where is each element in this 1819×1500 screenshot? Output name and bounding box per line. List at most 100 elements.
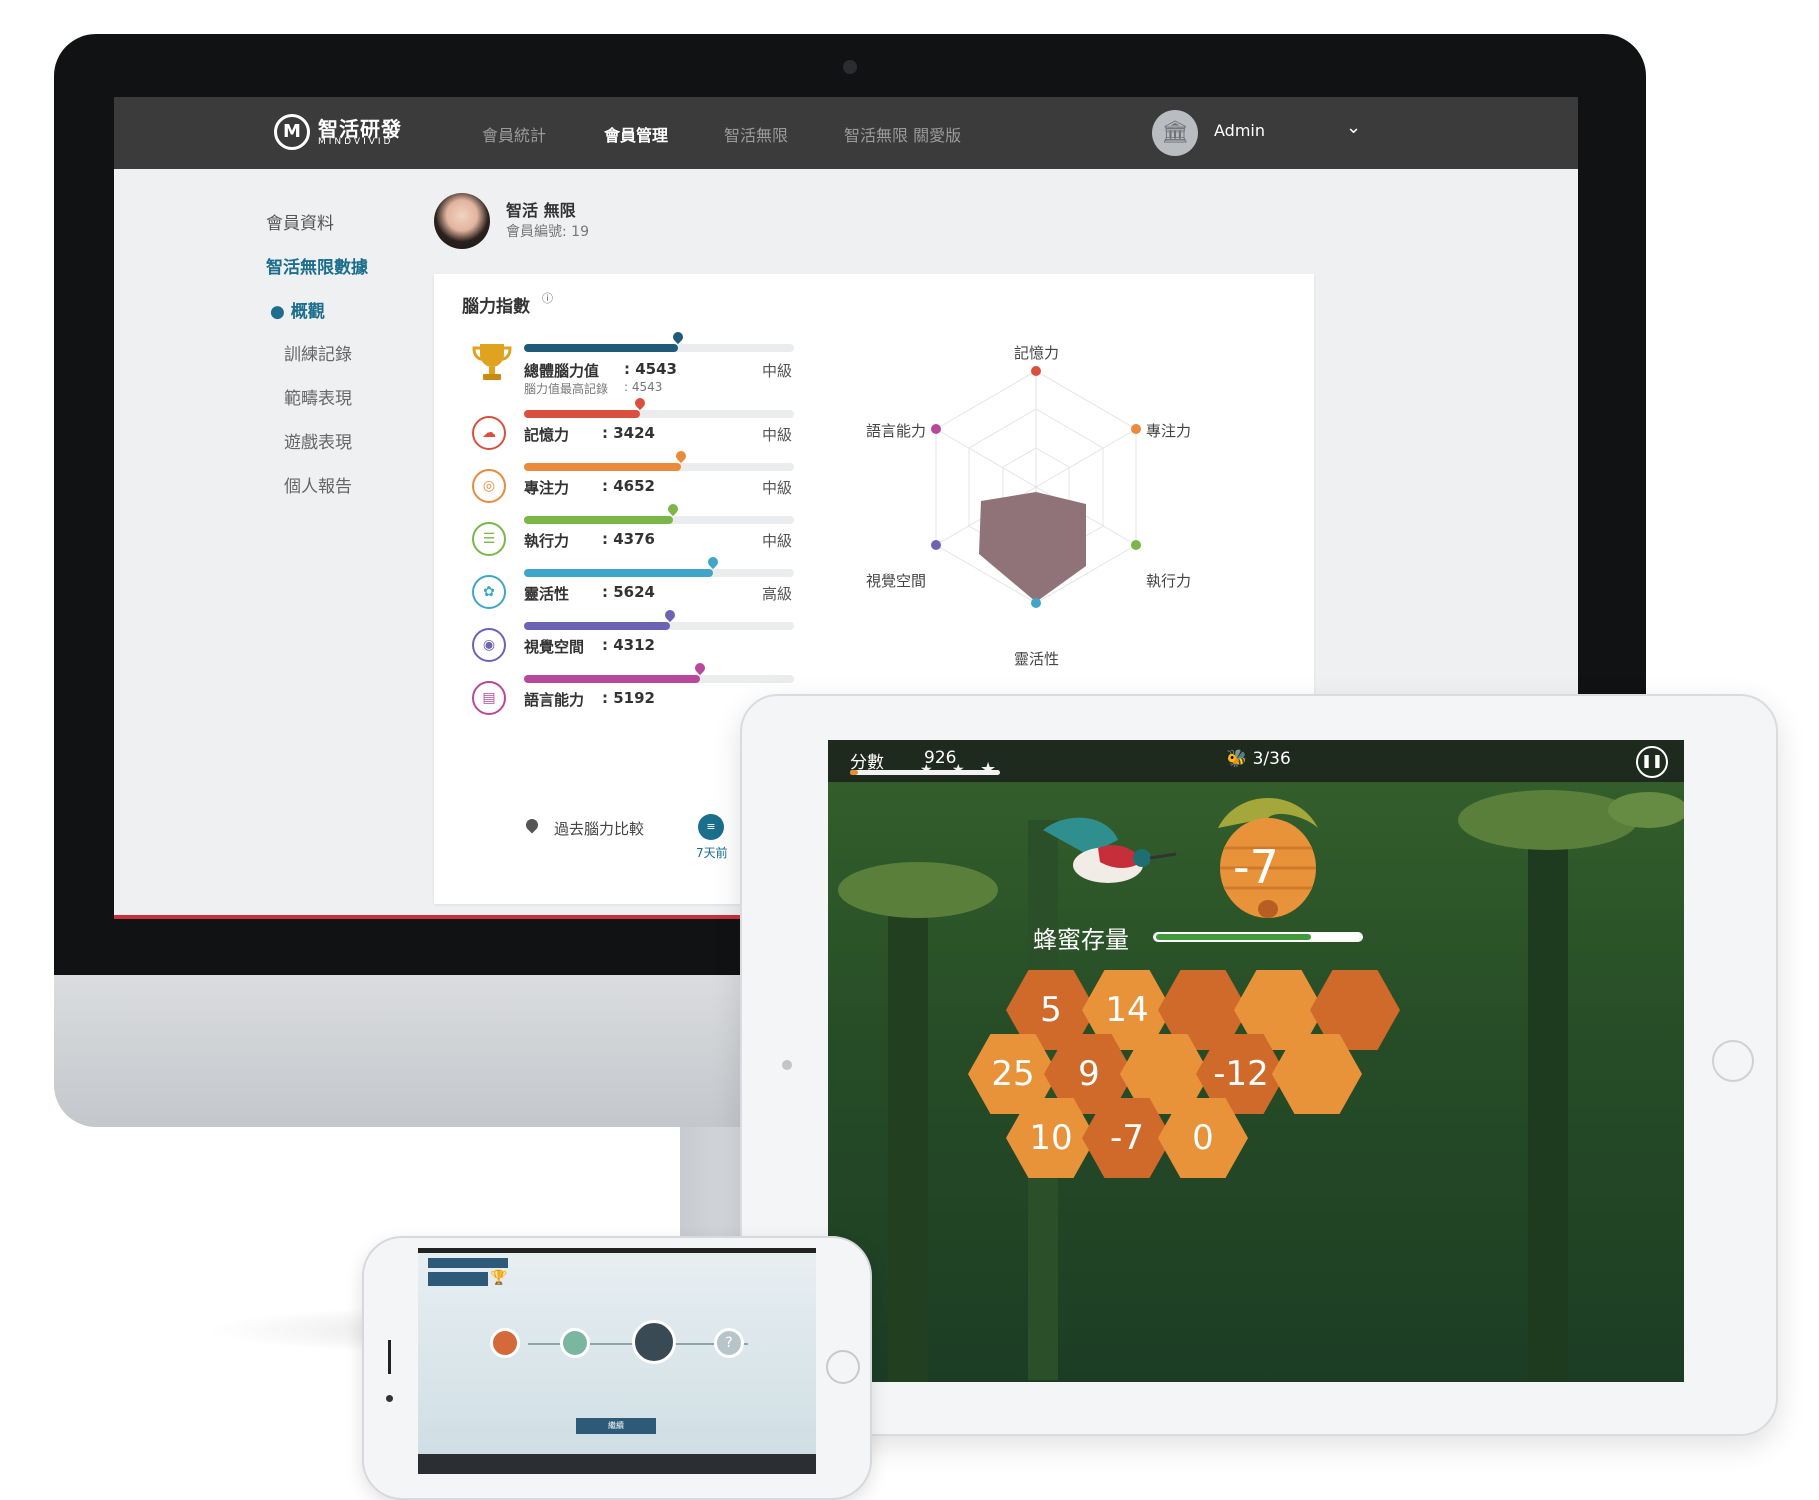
stat-label: 靈活性	[524, 585, 570, 603]
radar-dot-memory	[1031, 366, 1041, 376]
phone-score-bar	[428, 1272, 488, 1286]
radar-dot-focus	[1131, 424, 1141, 434]
continue-button[interactable]: 繼續	[576, 1418, 656, 1434]
star-icon: ★	[920, 762, 933, 778]
record-value: : 4543	[624, 380, 663, 394]
profile-name: 智活 無限	[506, 201, 576, 220]
user-name[interactable]: Admin	[1214, 121, 1265, 140]
compare-time: 7天前	[696, 846, 728, 860]
phone-level-node[interactable]	[490, 1328, 520, 1358]
phone-level-bar	[428, 1258, 508, 1268]
sidebar-item-training-records[interactable]: 訓練記錄	[284, 340, 352, 365]
overall-bar	[524, 329, 794, 352]
radar-label-executive: 執行力	[1146, 572, 1192, 590]
stat-bar	[524, 395, 794, 418]
stat-bar-fill	[524, 569, 713, 577]
overall-bar-fill	[524, 344, 678, 352]
radar-label-flexibility: 靈活性	[1014, 650, 1060, 668]
stat-level: 中級	[762, 426, 793, 444]
stat-bar-fill	[524, 675, 700, 683]
stat-value: : 4312	[602, 636, 655, 654]
iphone-speaker	[388, 1340, 391, 1374]
game-top-bar: 分數 926 ★ ★ ★ 🐝 3/36 ❚❚	[828, 740, 1684, 782]
trophy-icon	[472, 344, 512, 380]
stat-bar-fill	[524, 622, 670, 630]
hummingbird	[1043, 817, 1177, 883]
phone-mystery-node[interactable]: ?	[714, 1328, 744, 1358]
sidebar-item-personal-report[interactable]: 個人報告	[284, 472, 352, 497]
overall-value: : 4543	[624, 360, 677, 378]
phone-screen: 🏆 ? 繼續	[418, 1248, 816, 1474]
card-title: 腦力指數	[462, 297, 530, 317]
radar-dot-visual	[931, 540, 941, 550]
stat-label: 語言能力	[524, 691, 585, 709]
stat-bar	[524, 607, 794, 630]
radar-dot-flexibility	[1031, 598, 1041, 608]
stat-value: : 5624	[602, 583, 655, 601]
stat-bar	[524, 554, 794, 577]
pause-icon[interactable]: ❚❚	[1636, 746, 1668, 778]
chevron-down-icon[interactable]: ⌄	[1346, 117, 1361, 138]
nav-mindvivid[interactable]: 智活無限	[724, 122, 788, 146]
stat-value: : 5192	[602, 689, 655, 707]
star-icon: ★	[952, 762, 965, 778]
compare-label: 過去腦力比較	[554, 820, 645, 838]
radar-dot-executive	[1131, 540, 1141, 550]
compare-slider-handle[interactable]: ≡	[698, 814, 724, 840]
phone-tab-bar	[418, 1454, 816, 1474]
member-id: 會員編號: 19	[506, 224, 589, 240]
nav-member-management[interactable]: 會員管理	[604, 122, 668, 146]
info-icon[interactable]: ⓘ	[542, 290, 553, 306]
score-progress-fill	[850, 770, 858, 775]
sidebar-item-overview[interactable]: ● 概觀	[270, 297, 325, 322]
stat-level: 中級	[762, 532, 793, 550]
stat-value: : 4652	[602, 477, 655, 495]
bank-icon[interactable]: 🏛	[1152, 110, 1198, 156]
stat-label: 視覺空間	[524, 638, 585, 656]
top-navigation: M 智活研發 MINDVIVID 會員統計 會員管理 智活無限 智活無限 關愛版…	[114, 97, 1578, 169]
overall-level: 中級	[762, 362, 793, 380]
honey-meter-fill	[1156, 934, 1312, 940]
logo-subtitle: MINDVIVID	[318, 137, 394, 147]
brain-icon: ☁	[472, 416, 506, 450]
stat-level: 中級	[762, 479, 793, 497]
star-icon: ★	[980, 759, 997, 780]
honey-meter	[1153, 932, 1363, 942]
checklist-icon: ☰	[472, 522, 506, 556]
radar-label-focus: 專注力	[1146, 422, 1192, 440]
iphone-home-button[interactable]	[826, 1350, 860, 1384]
stat-label: 執行力	[524, 532, 570, 550]
ipad-home-button[interactable]	[1712, 1040, 1754, 1082]
avatar	[434, 193, 490, 249]
logo-icon[interactable]: M	[274, 114, 310, 150]
iphone-camera	[386, 1395, 393, 1402]
ipad-camera	[782, 1060, 792, 1070]
phone-level-node[interactable]	[560, 1328, 590, 1358]
sidebar-item-member-info[interactable]: 會員資料	[266, 209, 334, 234]
stat-bar-fill	[524, 410, 641, 418]
eye-icon: ◉	[472, 628, 506, 662]
sidebar-item-mindvivid-data[interactable]: 智活無限數據	[266, 253, 368, 278]
radar-label-memory: 記憶力	[1014, 344, 1060, 362]
stat-bar-marker	[692, 660, 707, 676]
stat-value: : 3424	[602, 424, 655, 442]
nav-member-stats[interactable]: 會員統計	[482, 122, 546, 146]
stat-bar-fill	[524, 516, 673, 524]
nav-mindvivid-care[interactable]: 智活無限 關愛版	[844, 122, 961, 146]
radar-area	[979, 492, 1086, 602]
sidebar-item-game-performance[interactable]: 遊戲表現	[284, 428, 352, 453]
speech-icon: ▤	[472, 681, 506, 715]
overall-label: 總體腦力值	[524, 362, 600, 380]
record-label: 腦力值最高記錄	[524, 382, 609, 396]
overall-bar-marker	[670, 329, 685, 345]
stat-bar-marker	[705, 554, 721, 570]
radar-dot-language	[931, 424, 941, 434]
phone-level-node-current[interactable]	[632, 1320, 676, 1364]
round-count-value: 3/36	[1252, 749, 1291, 769]
stat-level: 高級	[762, 585, 793, 603]
stat-bar-marker	[633, 395, 648, 411]
hive-icon: 🐝	[1226, 749, 1248, 769]
target-icon: ◎	[472, 469, 506, 503]
sidebar-item-domain-performance[interactable]: 範疇表現	[284, 384, 352, 409]
phone-status-bar	[418, 1248, 816, 1253]
